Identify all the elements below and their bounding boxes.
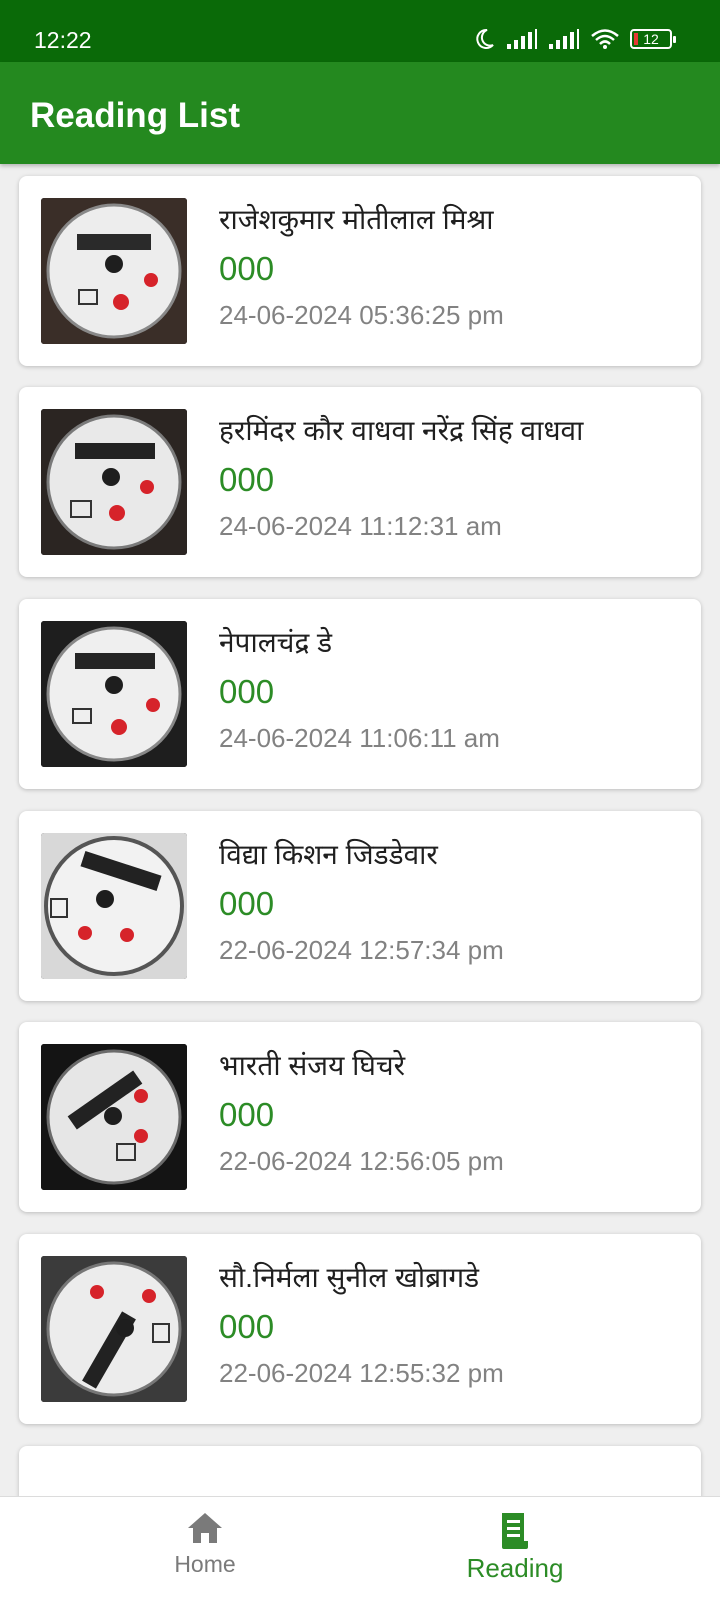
meter-photo: [41, 1044, 187, 1190]
reading-datetime: 22-06-2024 12:57:34 pm: [219, 935, 504, 965]
reading-datetime: 22-06-2024 12:56:05 pm: [219, 1146, 504, 1176]
reading-card[interactable]: नेपालचंद्र डे 000 24-06-2024 11:06:11 am: [19, 599, 701, 789]
signal-icon: [507, 29, 537, 49]
meter-photo: [41, 621, 187, 767]
app-bar: Reading List: [0, 62, 720, 164]
meter-photo: [41, 833, 187, 979]
reading-value: 000: [219, 1096, 275, 1133]
consumer-name: हरमिंदर कौर वाधवा नरेंद्र सिंह वाधवा: [219, 415, 584, 446]
signal-icon: [549, 29, 579, 49]
nav-reading[interactable]: Reading: [415, 1511, 615, 1591]
reading-datetime: 24-06-2024 05:36:25 pm: [219, 300, 504, 330]
reading-card-partial[interactable]: [19, 1446, 701, 1496]
consumer-name: भारती संजय घिचरे: [219, 1050, 406, 1081]
receipt-icon: [502, 1513, 528, 1549]
reading-list[interactable]: राजेशकुमार मोतीलाल मिश्रा 000 24-06-2024…: [0, 164, 720, 1496]
nav-home-label: Home: [174, 1551, 236, 1577]
meter-photo: [41, 198, 187, 344]
reading-datetime: 22-06-2024 12:55:32 pm: [219, 1358, 504, 1388]
battery-level: 12: [643, 31, 659, 47]
page-title: Reading List: [30, 96, 241, 135]
reading-datetime: 24-06-2024 11:06:11 am: [219, 723, 500, 753]
nav-reading-label: Reading: [466, 1553, 564, 1583]
reading-value: 000: [219, 885, 275, 922]
meter-photo: [41, 409, 187, 555]
meter-photo: [41, 1256, 187, 1402]
reading-value: 000: [219, 1308, 275, 1345]
reading-card[interactable]: भारती संजय घिचरे 000 22-06-2024 12:56:05…: [19, 1022, 701, 1212]
status-time: 12:22: [34, 27, 92, 53]
consumer-name: सौ.निर्मला सुनील खोब्रागडे: [219, 1262, 480, 1293]
reading-value: 000: [219, 673, 275, 710]
moon-icon: [476, 28, 494, 49]
bottom-navigation: Home Reading: [0, 1496, 720, 1600]
reading-value: 000: [219, 461, 275, 498]
nav-home[interactable]: Home: [105, 1511, 305, 1591]
home-icon: [188, 1513, 222, 1543]
consumer-name: नेपालचंद्र डे: [219, 627, 333, 658]
reading-datetime: 24-06-2024 11:12:31 am: [219, 511, 502, 541]
reading-card[interactable]: हरमिंदर कौर वाधवा नरेंद्र सिंह वाधवा 000…: [19, 387, 701, 577]
status-bar: 12:22 12: [0, 0, 720, 62]
status-icons: 12: [472, 24, 676, 54]
reading-card[interactable]: विद्या किशन जिडडेवार 000 22-06-2024 12:5…: [19, 811, 701, 1001]
consumer-name: विद्या किशन जिडडेवार: [219, 839, 438, 870]
wifi-icon: [591, 29, 619, 49]
reading-value: 000: [219, 250, 275, 287]
battery-icon: 12: [630, 29, 676, 49]
reading-card[interactable]: सौ.निर्मला सुनील खोब्रागडे 000 22-06-202…: [19, 1234, 701, 1424]
consumer-name: राजेशकुमार मोतीलाल मिश्रा: [219, 204, 494, 235]
reading-card[interactable]: राजेशकुमार मोतीलाल मिश्रा 000 24-06-2024…: [19, 176, 701, 366]
